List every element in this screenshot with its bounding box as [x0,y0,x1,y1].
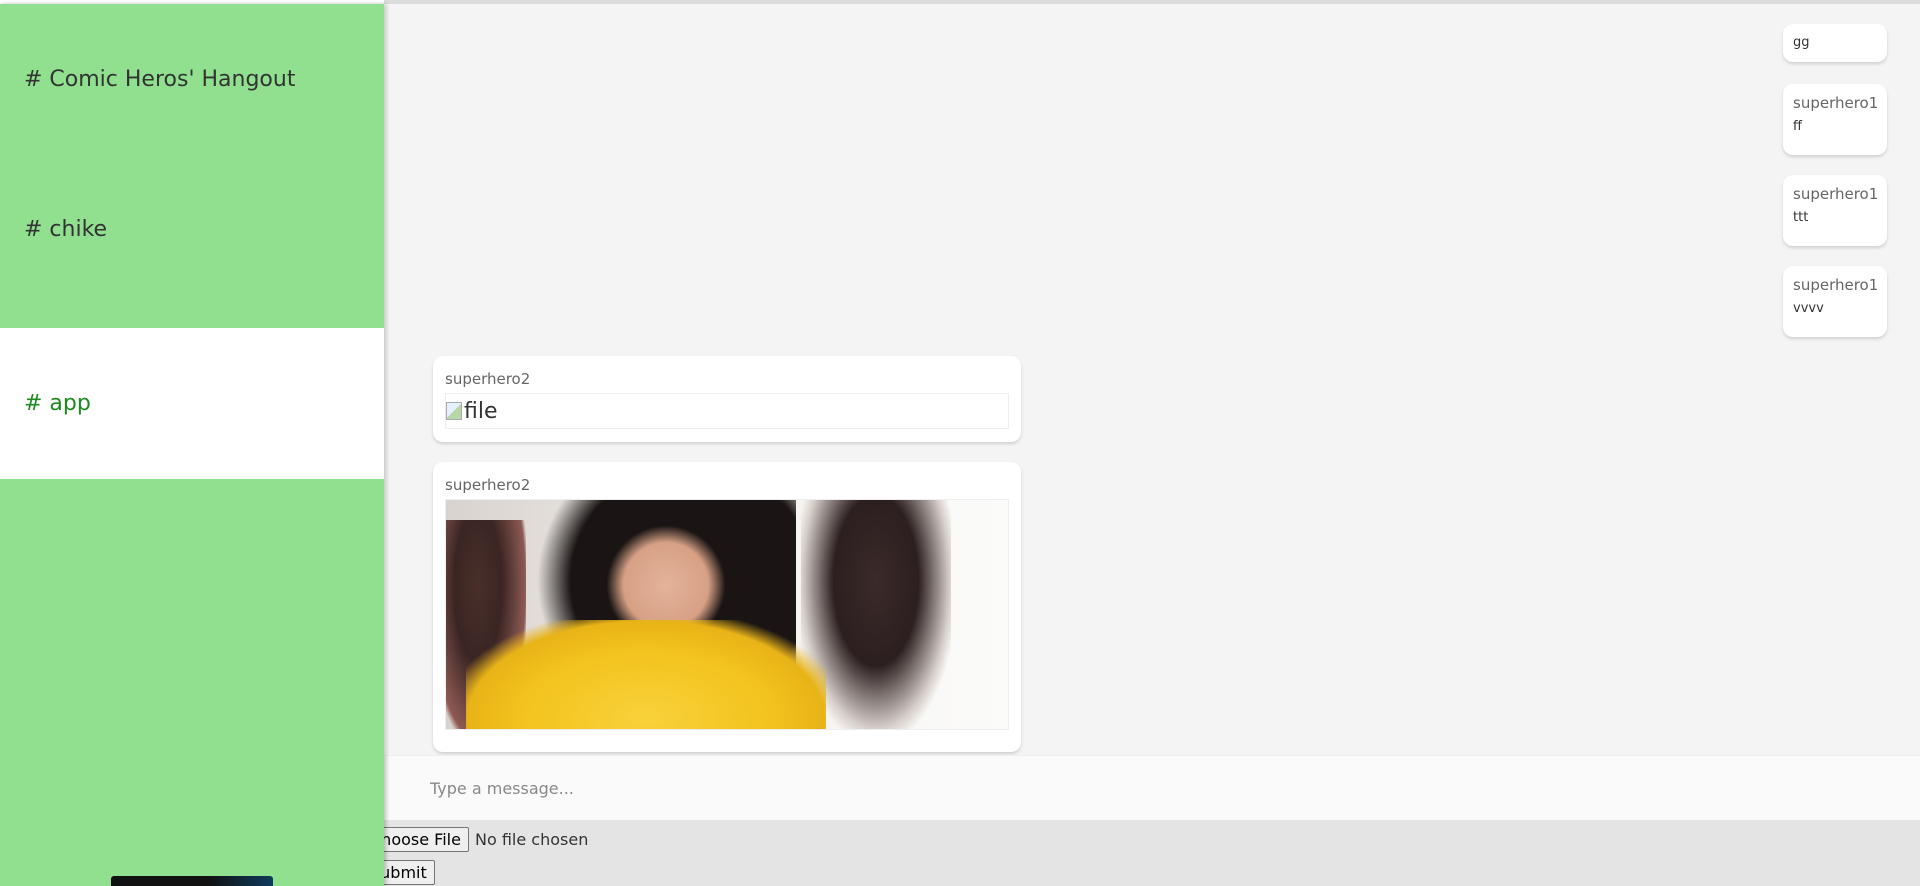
composer-bar [362,755,1920,820]
message-author: superhero1 [1793,185,1879,203]
room-item-chike[interactable]: # chike [0,154,384,305]
room-sidebar: # Comic Heros' Hangout # chike # app [0,4,384,886]
photo-subject-sweater [466,620,826,729]
room-item-app[interactable]: # app [0,328,384,479]
message-bubble: superhero2 file [433,356,1021,442]
message-bubble: gg [1783,24,1887,62]
message-text: ttt [1793,210,1809,225]
upload-bar: Choose File No file chosen Submit [362,820,1920,886]
room-label: # Comic Heros' Hangout [24,67,296,92]
message-text: ff [1793,119,1802,134]
room-item-comic-heros-hangout[interactable]: # Comic Heros' Hangout [0,4,384,155]
message-input[interactable] [402,756,1882,820]
chat-app: # Comic Heros' Hangout # chike # app gg … [0,0,1920,886]
message-bubble: superhero1 ttt [1783,175,1887,246]
broken-image-icon [446,402,462,420]
file-attachment[interactable]: file [445,393,1009,429]
message-author: superhero2 [445,476,531,494]
message-author: superhero1 [1793,94,1879,112]
message-bubble: superhero2 [433,462,1021,752]
image-attachment[interactable] [445,499,1009,730]
message-bubble: superhero1 vvvv [1783,266,1887,337]
room-label: # app [24,391,91,416]
message-author: superhero2 [445,370,531,388]
message-bubble: superhero1 ff [1783,84,1887,155]
image-alt-text: file [464,398,498,424]
message-author: superhero1 [1793,276,1879,294]
room-label: # chike [24,217,108,242]
sidebar-footer-badge [111,876,273,886]
message-text: gg [1793,35,1810,50]
file-status-text: No file chosen [475,830,589,849]
message-list[interactable]: gg superhero1 ff superhero1 ttt superher… [386,4,1920,755]
message-text: vvvv [1793,301,1824,316]
